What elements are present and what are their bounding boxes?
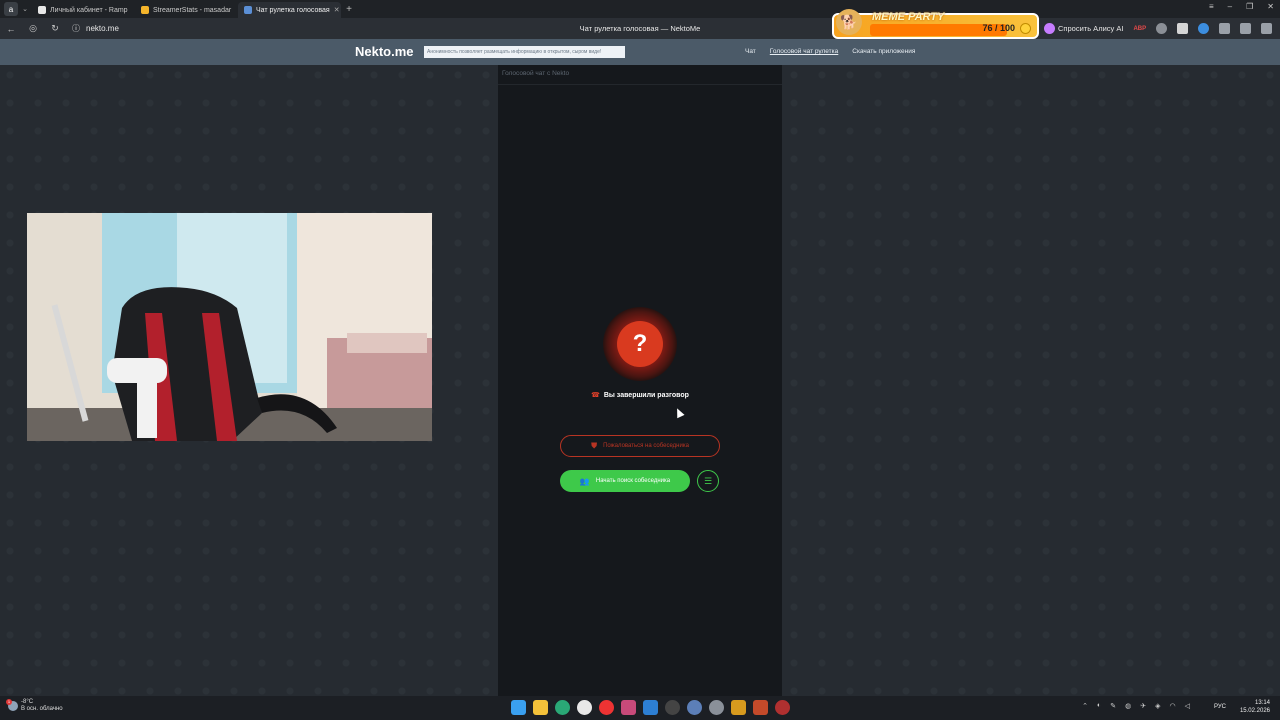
webcam-overlay — [27, 213, 432, 441]
start-label: Начать поиск собеседника — [595, 478, 671, 484]
browser-menu-icon[interactable]: a — [4, 2, 18, 16]
doge-icon: 🐕 — [836, 9, 862, 35]
site-logo[interactable]: Nekto.me — [355, 44, 414, 59]
chevron-down-icon[interactable]: ⌄ — [18, 5, 32, 13]
tab-label: Личный кабинет - Ramp — [50, 6, 128, 14]
app-icon[interactable] — [753, 700, 768, 715]
alice-button[interactable]: Спросить Алису AI — [1044, 23, 1123, 34]
coin-icon — [1020, 23, 1031, 34]
nav-chat[interactable]: Чат — [745, 48, 756, 55]
reload-icon[interactable]: ↻ — [44, 23, 66, 34]
app-icon[interactable] — [687, 700, 702, 715]
language-indicator[interactable]: РУС — [1214, 704, 1226, 710]
hangup-phone-icon: ☎ — [591, 392, 600, 399]
tab-favicon-icon — [38, 6, 46, 14]
adblock-icon[interactable]: ABP — [1133, 26, 1146, 32]
tray-icon[interactable]: ✈ — [1140, 702, 1146, 710]
weather-temp: -8°C — [21, 699, 34, 705]
file-explorer-icon[interactable] — [533, 700, 548, 715]
close-window-icon[interactable]: ✕ — [1267, 2, 1274, 11]
restore-icon[interactable]: ❐ — [1246, 2, 1253, 11]
new-tab-button[interactable]: + — [341, 4, 357, 15]
yandex-browser-icon[interactable] — [621, 700, 636, 715]
start-icon[interactable] — [511, 700, 526, 715]
app-icon[interactable] — [731, 700, 746, 715]
meme-party-widget[interactable]: 🐕 MEME PARTY 76 / 100 — [832, 9, 1039, 39]
taskbar-apps — [511, 700, 790, 715]
start-search-button[interactable]: 👥 Начать поиск собеседника — [560, 470, 690, 492]
webcam-image — [27, 213, 432, 441]
weather-icon: 1 — [6, 699, 18, 711]
menu-icon[interactable]: ≡ — [1209, 2, 1214, 11]
browser-tab-bar: a ⌄ Личный кабинет - Ramp StreamerStats … — [0, 0, 1280, 18]
nav-voice-chat[interactable]: Голосовой чат рулетка — [770, 48, 838, 55]
users-icon: 👥 — [579, 476, 590, 486]
wifi-icon[interactable]: ◠ — [1170, 702, 1176, 710]
tab-favicon-icon — [244, 6, 252, 14]
volume-icon[interactable]: ◁ — [1185, 702, 1190, 710]
close-tab-icon[interactable]: ✕ — [334, 6, 340, 14]
site-header: Nekto.me Анонимность позволяет размещать… — [0, 39, 1280, 65]
back-icon[interactable]: ← — [0, 24, 22, 34]
shield-warning-icon: ⛊ — [591, 441, 598, 450]
status-indicator: ? — [603, 307, 677, 381]
meme-party-title: MEME PARTY — [872, 11, 945, 23]
vscode-icon[interactable] — [643, 700, 658, 715]
window-controls: ≡ – ❐ ✕ — [1209, 2, 1274, 11]
alice-icon — [1044, 23, 1055, 34]
download-icon[interactable] — [1261, 23, 1273, 34]
voice-chat-panel: Голосовой чат с Nekto ? ☎ Вы завершили ра… — [498, 65, 782, 696]
minimize-icon[interactable]: – — [1228, 2, 1232, 11]
alice-label: Спросить Алису AI — [1058, 24, 1124, 33]
nav-download-apps[interactable]: Скачать приложения — [852, 48, 915, 55]
puzzle-icon[interactable] — [1219, 23, 1231, 34]
info-icon: ⓘ — [72, 24, 80, 33]
site-nav: Чат Голосовой чат рулетка Скачать прилож… — [745, 48, 915, 55]
shield-icon[interactable]: ◎ — [22, 23, 44, 34]
clock-time: 13:14 — [1254, 700, 1270, 706]
report-partner-button[interactable]: ⛊ Пожаловаться на собеседника — [560, 435, 720, 457]
tray-icon[interactable]: ◐ — [1097, 702, 1101, 710]
app-icon[interactable] — [775, 700, 790, 715]
meme-count: 76 / 100 — [982, 23, 1015, 33]
clock-date: 15.02.2026 — [1239, 708, 1270, 714]
windows-taskbar: 1 -8°C В осн. облачно ⌃ ◐ ✎ ◍ ✈ ◈ ◠ ◁ РУ… — [0, 696, 1280, 720]
question-icon: ? — [617, 321, 663, 367]
url-text: nekto.me — [86, 24, 119, 33]
tray-icon[interactable]: ◍ — [1125, 702, 1131, 710]
clock[interactable]: 13:14 15.02.2026 — [1240, 699, 1270, 715]
browser-toolbar-right: Спросить Алису AI ABP — [1044, 18, 1273, 39]
panel-header: Голосовой чат с Nekto — [498, 65, 782, 85]
chevron-up-icon[interactable]: ⌃ — [1082, 702, 1088, 710]
url-field[interactable]: ⓘ nekto.me — [72, 23, 119, 34]
extension-icon[interactable] — [1156, 23, 1168, 34]
tab-label: StreamerStats - masadar — [153, 6, 232, 14]
tab-nekto[interactable]: Чат рулетка голосовая ✕ — [238, 2, 341, 18]
tray-icon[interactable]: ◈ — [1155, 702, 1160, 710]
report-label: Пожаловаться на собеседника — [603, 443, 689, 449]
call-ended-text: Вы завершили разговор — [603, 392, 689, 399]
call-ended-status: ☎ Вы завершили разговор — [498, 391, 782, 399]
chrome-icon[interactable] — [577, 700, 592, 715]
tab-label: Чат рулетка голосовая — [256, 6, 330, 14]
edge-icon[interactable] — [555, 700, 570, 715]
tray-icon[interactable]: ✎ — [1110, 702, 1116, 710]
sliders-icon: ☰ — [703, 475, 713, 486]
weather-desc: В осн. облачно — [21, 706, 63, 712]
search-filters-button[interactable]: ☰ — [697, 470, 719, 492]
yandex-icon[interactable] — [599, 700, 614, 715]
settings-icon[interactable] — [709, 700, 724, 715]
site-notice: Анонимность позволяет размещать информац… — [424, 46, 625, 58]
tab-streamerstats[interactable]: StreamerStats - masadar — [135, 2, 238, 18]
tab-favicon-icon — [141, 6, 149, 14]
weather-badge: 1 — [6, 699, 12, 705]
obs-icon[interactable] — [665, 700, 680, 715]
translate-icon[interactable] — [1198, 23, 1210, 34]
bookmark-icon[interactable] — [1177, 23, 1189, 34]
tab-rampage[interactable]: Личный кабинет - Ramp — [32, 2, 135, 18]
weather-widget[interactable]: 1 -8°C В осн. облачно — [6, 699, 63, 713]
sidebar-icon[interactable] — [1240, 23, 1252, 34]
system-tray: ⌃ ◐ ✎ ◍ ✈ ◈ ◠ ◁ — [1082, 702, 1190, 710]
